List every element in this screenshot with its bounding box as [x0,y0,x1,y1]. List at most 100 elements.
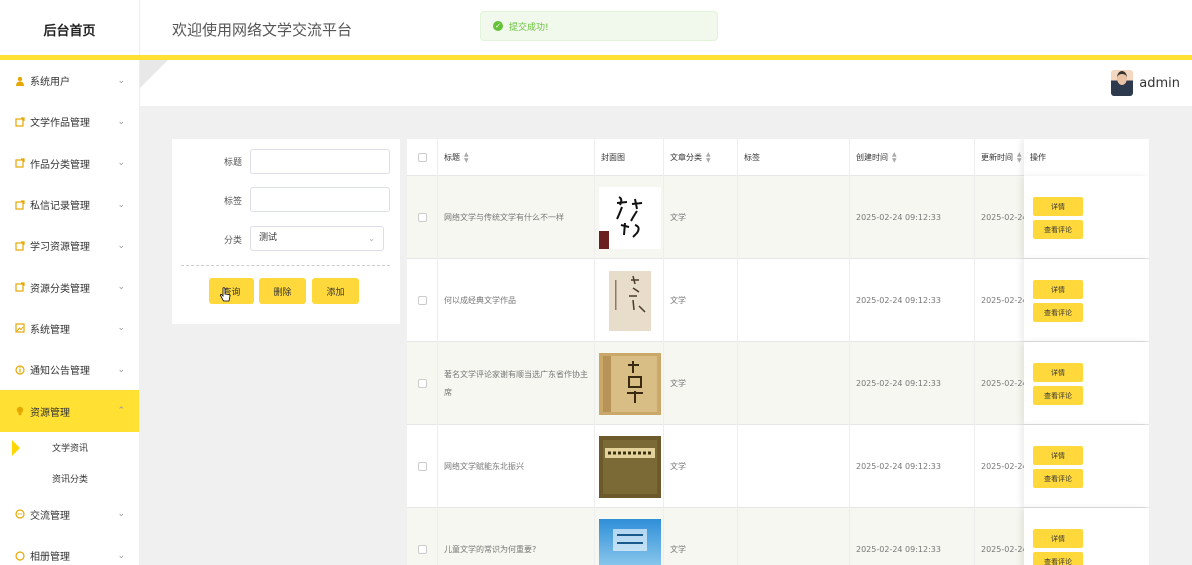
sidebar-item-label: 作品分类管理 [30,159,90,171]
chevron-down-icon: ⌄ [117,116,125,127]
sidebar-item-works[interactable]: 文学作品管理 ⌄ [0,101,139,142]
cover-image [599,518,661,565]
sidebar-item-learning-resources[interactable]: 学习资源管理 ⌄ [0,225,139,266]
row-tag [738,342,850,425]
column-cover: 封面图 [595,139,664,176]
row-created: 2025-02-24 09:12:33 [850,508,975,565]
sidebar-item-system-management[interactable]: 系统管理 ⌄ [0,308,139,349]
view-comments-button[interactable]: 查看评论 [1033,220,1083,239]
title-input[interactable] [250,149,390,174]
row-title: 网络文学与传统文学有什么不一样 [438,176,595,259]
row-created: 2025-02-24 09:12:33 [850,342,975,425]
table-row: 儿童文学的常识为何重要? 文学 2025-02-24 09:12:33 2025… [407,508,1149,565]
success-toast: ✓ 提交成功! [480,11,718,41]
chat-icon [14,509,25,520]
select-all-checkbox[interactable] [417,153,427,162]
chevron-down-icon: ⌄ [368,234,375,243]
share-icon [14,158,25,169]
cover-image [599,352,661,415]
sort-icon[interactable]: ▲ ▼ [1017,151,1022,164]
row-title: 网络文学赋能东北振兴 [438,425,595,508]
sidebar-item-exchange[interactable]: 交流管理 ⌄ [0,494,139,535]
row-tag [738,508,850,565]
sidebar-item-work-categories[interactable]: 作品分类管理 ⌄ [0,143,139,184]
row-tag [738,259,850,342]
row-select-cell [407,425,438,508]
cover-image [599,435,661,498]
row-title: 何以成经典文学作品 [438,259,595,342]
picture-icon [14,323,25,334]
view-comments-button[interactable]: 查看评论 [1033,386,1083,405]
view-comments-button[interactable]: 查看评论 [1033,303,1083,322]
row-actions: 详情 查看评论 [1024,176,1149,258]
view-comments-button[interactable]: 查看评论 [1033,552,1083,565]
home-link[interactable]: 后台首页 [0,0,140,58]
row-checkbox[interactable] [417,296,427,305]
column-cover-label: 封面图 [601,153,625,162]
sidebar-subitem-news-categories[interactable]: 资讯分类 [0,463,139,494]
chevron-down-icon: ⌄ [117,158,125,169]
divider [181,265,390,266]
column-category[interactable]: 文章分类 ▲ ▼ [664,139,738,176]
row-title: 儿童文学的常识为何重要? [438,508,595,565]
column-actions-label: 操作 [1030,153,1046,162]
sidebar-item-label: 学习资源管理 [30,242,90,254]
row-title: 著名文学评论家谢有顺当选广东省作协主席 [438,342,595,425]
tag-input[interactable] [250,187,390,212]
title-label: 标题 [223,158,242,168]
detail-button[interactable]: 详情 [1033,280,1083,299]
query-button[interactable]: 查询 [209,278,254,304]
detail-button[interactable]: 详情 [1033,529,1083,548]
row-cover-cell [595,508,664,565]
category-selected-value: 测试 [259,233,278,243]
sidebar-item-resource-management[interactable]: 资源管理 ⌃ [0,390,139,432]
sidebar-item-album[interactable]: 相册管理 ⌄ [0,535,139,565]
detail-button[interactable]: 详情 [1033,363,1083,382]
add-button[interactable]: 添加 [312,278,359,304]
sidebar-item-label: 资源分类管理 [30,283,90,295]
column-tag-label: 标签 [744,153,760,162]
sidebar-subitem-literary-news[interactable]: 文学资讯 [0,432,139,463]
select-all-cell [407,139,438,176]
row-tag [738,425,850,508]
sidebar-item-label: 交流管理 [30,510,70,522]
share-icon [14,240,25,251]
row-created: 2025-02-24 09:12:33 [850,425,975,508]
sort-icon[interactable]: ▲ ▼ [464,151,469,164]
delete-button[interactable]: 删除 [259,278,306,304]
row-checkbox[interactable] [417,379,427,388]
row-actions: 详情 查看评论 [1024,508,1149,565]
column-actions: 操作 [1024,139,1149,176]
sidebar-item-messages[interactable]: 私信记录管理 ⌄ [0,184,139,225]
sidebar-item-system-users[interactable]: 系统用户 ⌄ [0,60,139,101]
sidebar-item-resource-categories[interactable]: 资源分类管理 ⌄ [0,266,139,307]
row-actions: 详情 查看评论 [1024,259,1149,341]
chevron-up-icon: ⌃ [117,406,125,417]
row-created: 2025-02-24 09:12:33 [850,176,975,259]
collapse-toggle[interactable] [140,60,168,88]
sort-icon[interactable]: ▲ ▼ [706,151,711,164]
row-category: 文学 [664,259,738,342]
share-icon [14,282,25,293]
row-category: 文学 [664,342,738,425]
avatar [1111,70,1134,96]
category-select[interactable]: 测试 ⌄ [250,226,384,251]
user-menu[interactable]: admin [1111,70,1180,96]
column-created[interactable]: 创建时间 ▲ ▼ [850,139,975,176]
sort-icon[interactable]: ▲ ▼ [892,151,897,164]
column-created-label: 创建时间 [856,153,888,162]
row-checkbox[interactable] [417,545,427,554]
detail-button[interactable]: 详情 [1033,446,1083,465]
sidebar-item-label: 私信记录管理 [30,201,90,213]
view-comments-button[interactable]: 查看评论 [1033,469,1083,488]
row-checkbox[interactable] [417,462,427,471]
row-created: 2025-02-24 09:12:33 [850,259,975,342]
row-checkbox[interactable] [417,213,427,222]
sidebar-item-announcements[interactable]: 通知公告管理 ⌄ [0,349,139,390]
column-title-label: 标题 [444,153,460,162]
row-select-cell [407,259,438,342]
row-tag [738,176,850,259]
column-title[interactable]: 标题 ▲ ▼ [438,139,595,176]
detail-button[interactable]: 详情 [1033,197,1083,216]
chat-icon [14,550,25,561]
